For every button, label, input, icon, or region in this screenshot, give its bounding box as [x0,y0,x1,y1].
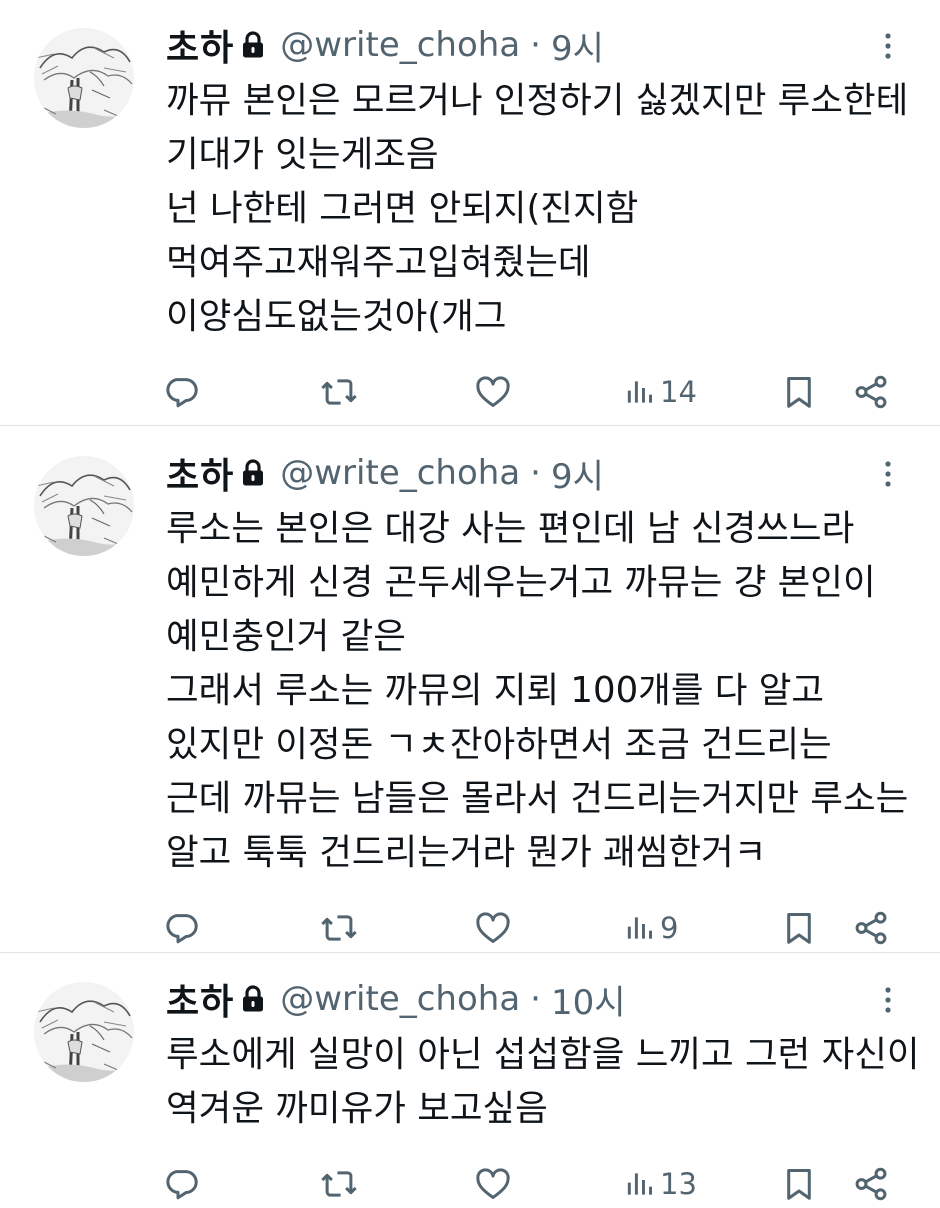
lock-icon [242,459,264,487]
more-options-button[interactable] [868,28,908,64]
like-button[interactable] [474,1160,512,1208]
author-name[interactable]: 초하 [166,447,234,499]
share-icon [855,375,887,409]
views-button[interactable]: 13 [624,1160,697,1208]
tweet-header: 초하 @write_choha · 10시 [166,974,626,1024]
avatar-sketch-image [34,28,134,128]
share-button[interactable] [852,1160,890,1208]
tweet-text-line: 먹여주고재워주고입혀줬는데 [166,242,591,283]
avatar[interactable] [34,456,134,556]
separator-dot: · [530,453,541,493]
retweet-button[interactable] [320,368,358,416]
lock-icon [242,31,264,59]
retweet-icon [321,379,357,405]
retweet-icon [321,915,357,941]
share-button[interactable] [852,368,890,416]
avatar[interactable] [34,982,134,1082]
author-handle[interactable]: @write_choha [280,979,520,1019]
tweet-actions: 9 [0,904,940,952]
avatar[interactable] [34,28,134,128]
reply-button[interactable] [162,904,200,952]
author-handle[interactable]: @write_choha [280,453,520,493]
more-options-button[interactable] [868,982,908,1018]
more-dots-icon [885,33,891,59]
share-icon [855,911,887,945]
tweet-text-line: 넌 나한테 그러면 안되지(진지함 [166,188,639,229]
tweet-text-line: 기대가 잇는게조음 [166,134,439,175]
reply-button[interactable] [162,1160,200,1208]
views-chart-icon [627,1173,652,1195]
tweet-divider [0,952,940,953]
reply-icon [166,378,198,408]
views-count: 14 [660,375,697,409]
tweet-time[interactable]: 9시 [551,21,604,70]
tweet-time[interactable]: 9시 [551,449,604,498]
tweet-text-line: 예민충인거 같은 [166,616,406,657]
heart-icon [476,1168,510,1199]
tweet-text-line: 이양심도없는것아(개그 [166,296,507,337]
reply-icon [166,914,198,944]
bookmark-icon [787,377,811,408]
tweet-text-line: 근데 까뮤는 남들은 몰라서 건드리는거지만 루소는 [166,778,909,819]
views-chart-icon [627,381,652,403]
tweet-text-line: 루소에게 실망이 아닌 섭섭함을 느끼고 그런 자신이 [166,1034,920,1075]
tweet-text: 루소에게 실망이 아닌 섭섭함을 느끼고 그런 자신이역겨운 까미유가 보고싶음 [166,1028,926,1136]
share-icon [855,1167,887,1201]
tweet-actions: 14 [0,368,940,416]
tweet-text-line: 루소는 본인은 대강 사는 편인데 남 신경쓰느라 [166,508,855,549]
views-count: 13 [660,1167,697,1201]
separator-dot: · [530,979,541,1019]
tweet-text-line: 예민하게 신경 곤두세우는거고 까뮤는 걍 본인이 [166,562,876,603]
more-dots-icon [885,987,891,1013]
views-chart-icon [627,917,652,939]
more-options-button[interactable] [868,456,908,492]
reply-icon [166,1170,198,1200]
more-dots-icon [885,461,891,487]
bookmark-button[interactable] [780,1160,818,1208]
tweet-text-line: 있지만 이정돈 ㄱㅊ잔아하면서 조금 건드리는 [166,724,832,765]
avatar-sketch-image [34,456,134,556]
tweet-time[interactable]: 10시 [551,975,626,1024]
share-button[interactable] [852,904,890,952]
reply-button[interactable] [162,368,200,416]
bookmark-icon [787,913,811,944]
tweet-text-line: 그래서 루소는 까뮤의 지뢰 100개를 다 알고 [166,670,825,711]
lock-icon [242,985,264,1013]
retweet-icon [321,1171,357,1197]
views-button[interactable]: 9 [624,904,678,952]
author-name[interactable]: 초하 [166,973,234,1025]
avatar-sketch-image [34,982,134,1082]
bookmark-icon [787,1169,811,1200]
tweet-text-line: 역겨운 까미유가 보고싶음 [166,1088,548,1129]
author-handle[interactable]: @write_choha [280,25,520,65]
author-name[interactable]: 초하 [166,19,234,71]
tweet-actions: 13 [0,1160,940,1208]
views-button[interactable]: 14 [624,368,697,416]
retweet-button[interactable] [320,1160,358,1208]
bookmark-button[interactable] [780,904,818,952]
tweet-text-line: 까뮤 본인은 모르거나 인정하기 싫겠지만 루소한테 [166,80,909,121]
tweet-header: 초하 @write_choha · 9시 [166,20,604,70]
tweet-text-line: 알고 툭툭 건드리는거라 뭔가 괘씸한거ㅋ [166,832,767,873]
heart-icon [476,376,510,407]
retweet-button[interactable] [320,904,358,952]
heart-icon [476,912,510,943]
views-count: 9 [660,911,679,945]
tweet-divider [0,425,940,426]
tweet-header: 초하 @write_choha · 9시 [166,448,604,498]
like-button[interactable] [474,904,512,952]
separator-dot: · [530,25,541,65]
like-button[interactable] [474,368,512,416]
bookmark-button[interactable] [780,368,818,416]
tweet-text: 루소는 본인은 대강 사는 편인데 남 신경쓰느라예민하게 신경 곤두세우는거고… [166,502,926,880]
tweet-text: 까뮤 본인은 모르거나 인정하기 싫겠지만 루소한테기대가 잇는게조음넌 나한테… [166,74,926,344]
